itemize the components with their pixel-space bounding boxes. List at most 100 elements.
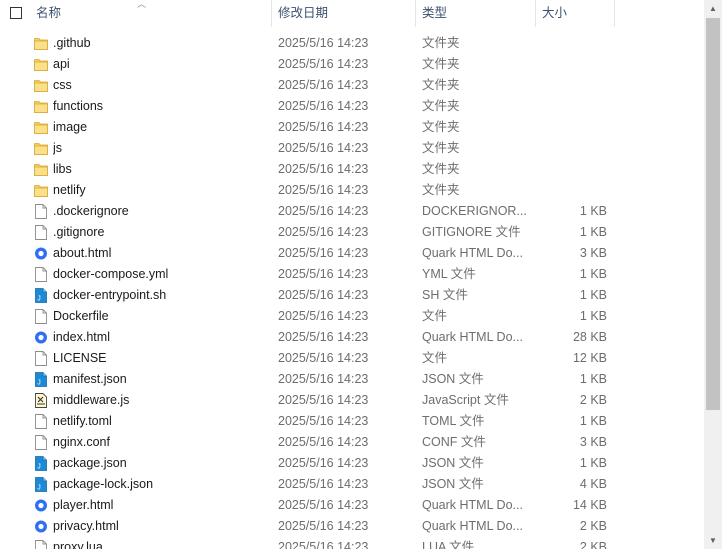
file-row[interactable]: Jdocker-entrypoint.sh 2025/5/16 14:23 SH 文… xyxy=(0,285,704,306)
file-row[interactable]: proxy.lua 2025/5/16 14:23 LUA 文件 2 KB xyxy=(0,537,704,549)
file-row[interactable]: index.html 2025/5/16 14:23 Quark HTML Do..… xyxy=(0,327,704,348)
file-type: Quark HTML Do... xyxy=(422,498,523,512)
file-name: package.json xyxy=(53,456,127,470)
file-name: nginx.conf xyxy=(53,435,110,449)
file-row[interactable]: netlify.toml 2025/5/16 14:23 TOML 文件 1 KB xyxy=(0,411,704,432)
file-type: 文件 xyxy=(422,351,448,365)
file-row[interactable]: js 2025/5/16 14:23 文件夹 xyxy=(0,138,704,159)
file-size: 1 KB xyxy=(579,204,607,218)
file-modified-date: 2025/5/16 14:23 xyxy=(278,309,369,323)
file-size xyxy=(538,180,607,201)
file-row[interactable]: LICENSE 2025/5/16 14:23 文件 12 KB xyxy=(0,348,704,369)
file-modified-date: 2025/5/16 14:23 xyxy=(278,246,369,260)
file-name: api xyxy=(53,57,70,71)
file-name: about.html xyxy=(53,246,112,260)
file-row[interactable]: middleware.js 2025/5/16 14:23 JavaScript 文… xyxy=(0,390,704,411)
folder-icon xyxy=(34,120,48,135)
file-modified-date: 2025/5/16 14:23 xyxy=(278,183,369,197)
file-name: player.html xyxy=(53,498,114,512)
file-type: 文件夹 xyxy=(422,141,460,155)
code-file-icon: J xyxy=(34,372,48,387)
file-modified-date: 2025/5/16 14:23 xyxy=(278,393,369,407)
file-type: 文件夹 xyxy=(422,183,460,197)
file-name: Dockerfile xyxy=(53,309,109,323)
scroll-down-arrow-icon[interactable]: ▼ xyxy=(704,532,722,549)
file-type: Quark HTML Do... xyxy=(422,330,523,344)
file-type: JSON 文件 xyxy=(422,372,484,386)
file-name: docker-compose.yml xyxy=(53,267,169,281)
file-row[interactable]: Jpackage-lock.json 2025/5/16 14:23 JSON 文件… xyxy=(0,474,704,495)
scroll-up-arrow-icon[interactable]: ▲ xyxy=(704,0,722,17)
file-row[interactable]: Jpackage.json 2025/5/16 14:23 JSON 文件 1 KB xyxy=(0,453,704,474)
file-row[interactable]: .github 2025/5/16 14:23 文件夹 xyxy=(0,33,704,54)
column-header-date[interactable]: 修改日期 xyxy=(272,0,415,27)
file-name: .gitignore xyxy=(53,225,105,239)
file-row[interactable]: api 2025/5/16 14:23 文件夹 xyxy=(0,54,704,75)
scrollbar-thumb[interactable] xyxy=(706,18,720,410)
file-size: 12 KB xyxy=(572,351,607,365)
file-size: 28 KB xyxy=(572,330,607,344)
file-size xyxy=(538,33,607,54)
file-size xyxy=(538,159,607,180)
column-header-name[interactable]: 名称 xyxy=(30,0,272,27)
svg-text:J: J xyxy=(37,380,41,387)
file-modified-date: 2025/5/16 14:23 xyxy=(278,57,369,71)
file-icon xyxy=(34,225,48,240)
file-icon xyxy=(34,309,48,324)
file-size: 3 KB xyxy=(579,246,607,260)
file-name: css xyxy=(53,78,72,92)
file-modified-date: 2025/5/16 14:23 xyxy=(278,414,369,428)
file-name: package-lock.json xyxy=(53,477,154,491)
file-size: 2 KB xyxy=(579,519,607,533)
file-icon xyxy=(34,204,48,219)
column-header-type[interactable]: 类型 xyxy=(416,0,536,27)
file-modified-date: 2025/5/16 14:23 xyxy=(278,456,369,470)
file-row[interactable]: nginx.conf 2025/5/16 14:23 CONF 文件 3 KB xyxy=(0,432,704,453)
file-row[interactable]: image 2025/5/16 14:23 文件夹 xyxy=(0,117,704,138)
file-name: libs xyxy=(53,162,72,176)
file-row[interactable]: css 2025/5/16 14:23 文件夹 xyxy=(0,75,704,96)
file-name: netlify.toml xyxy=(53,414,112,428)
file-type: JSON 文件 xyxy=(422,477,484,491)
quark-html-icon xyxy=(34,246,48,261)
file-row[interactable]: .gitignore 2025/5/16 14:23 GITIGNORE 文件 1 K… xyxy=(0,222,704,243)
file-row[interactable]: privacy.html 2025/5/16 14:23 Quark HTML Do… xyxy=(0,516,704,537)
file-row[interactable]: player.html 2025/5/16 14:23 Quark HTML Do.… xyxy=(0,495,704,516)
file-row[interactable]: .dockerignore 2025/5/16 14:23 DOCKERIGNOR.… xyxy=(0,201,704,222)
vertical-scrollbar[interactable]: ▲ ▼ xyxy=(704,0,722,549)
file-size: 1 KB xyxy=(579,225,607,239)
file-type: 文件夹 xyxy=(422,162,460,176)
file-row[interactable]: Jmanifest.json 2025/5/16 14:23 JSON 文件 1 KB xyxy=(0,369,704,390)
file-modified-date: 2025/5/16 14:23 xyxy=(278,120,369,134)
column-divider[interactable] xyxy=(614,0,615,27)
select-all-checkbox[interactable] xyxy=(10,7,22,19)
file-row[interactable]: netlify 2025/5/16 14:23 文件夹 xyxy=(0,180,704,201)
file-name: js xyxy=(53,141,63,155)
file-size xyxy=(538,54,607,75)
file-icon xyxy=(34,267,48,282)
file-row[interactable]: Dockerfile 2025/5/16 14:23 文件 1 KB xyxy=(0,306,704,327)
column-header-size[interactable]: 大小 xyxy=(536,0,614,27)
file-type: TOML 文件 xyxy=(422,414,485,428)
folder-icon xyxy=(34,36,48,51)
file-row[interactable]: functions 2025/5/16 14:23 文件夹 xyxy=(0,96,704,117)
file-icon xyxy=(34,540,48,549)
file-size xyxy=(538,75,607,96)
code-file-icon: J xyxy=(34,288,48,303)
file-size: 14 KB xyxy=(572,498,607,512)
file-modified-date: 2025/5/16 14:23 xyxy=(278,477,369,491)
folder-icon xyxy=(34,162,48,177)
code-file-icon: J xyxy=(34,456,48,471)
file-row[interactable]: libs 2025/5/16 14:23 文件夹 xyxy=(0,159,704,180)
file-name: manifest.json xyxy=(53,372,127,386)
file-name: functions xyxy=(53,99,104,113)
file-type: YML 文件 xyxy=(422,267,476,281)
file-modified-date: 2025/5/16 14:23 xyxy=(278,351,369,365)
file-icon xyxy=(34,435,48,450)
file-row[interactable]: docker-compose.yml 2025/5/16 14:23 YML 文件 1… xyxy=(0,264,704,285)
file-type: 文件夹 xyxy=(422,36,460,50)
file-size: 1 KB xyxy=(579,288,607,302)
column-header-row: ︿ 名称 修改日期 类型 大小 xyxy=(0,0,704,27)
file-name: index.html xyxy=(53,330,110,344)
file-row[interactable]: about.html 2025/5/16 14:23 Quark HTML Do..… xyxy=(0,243,704,264)
